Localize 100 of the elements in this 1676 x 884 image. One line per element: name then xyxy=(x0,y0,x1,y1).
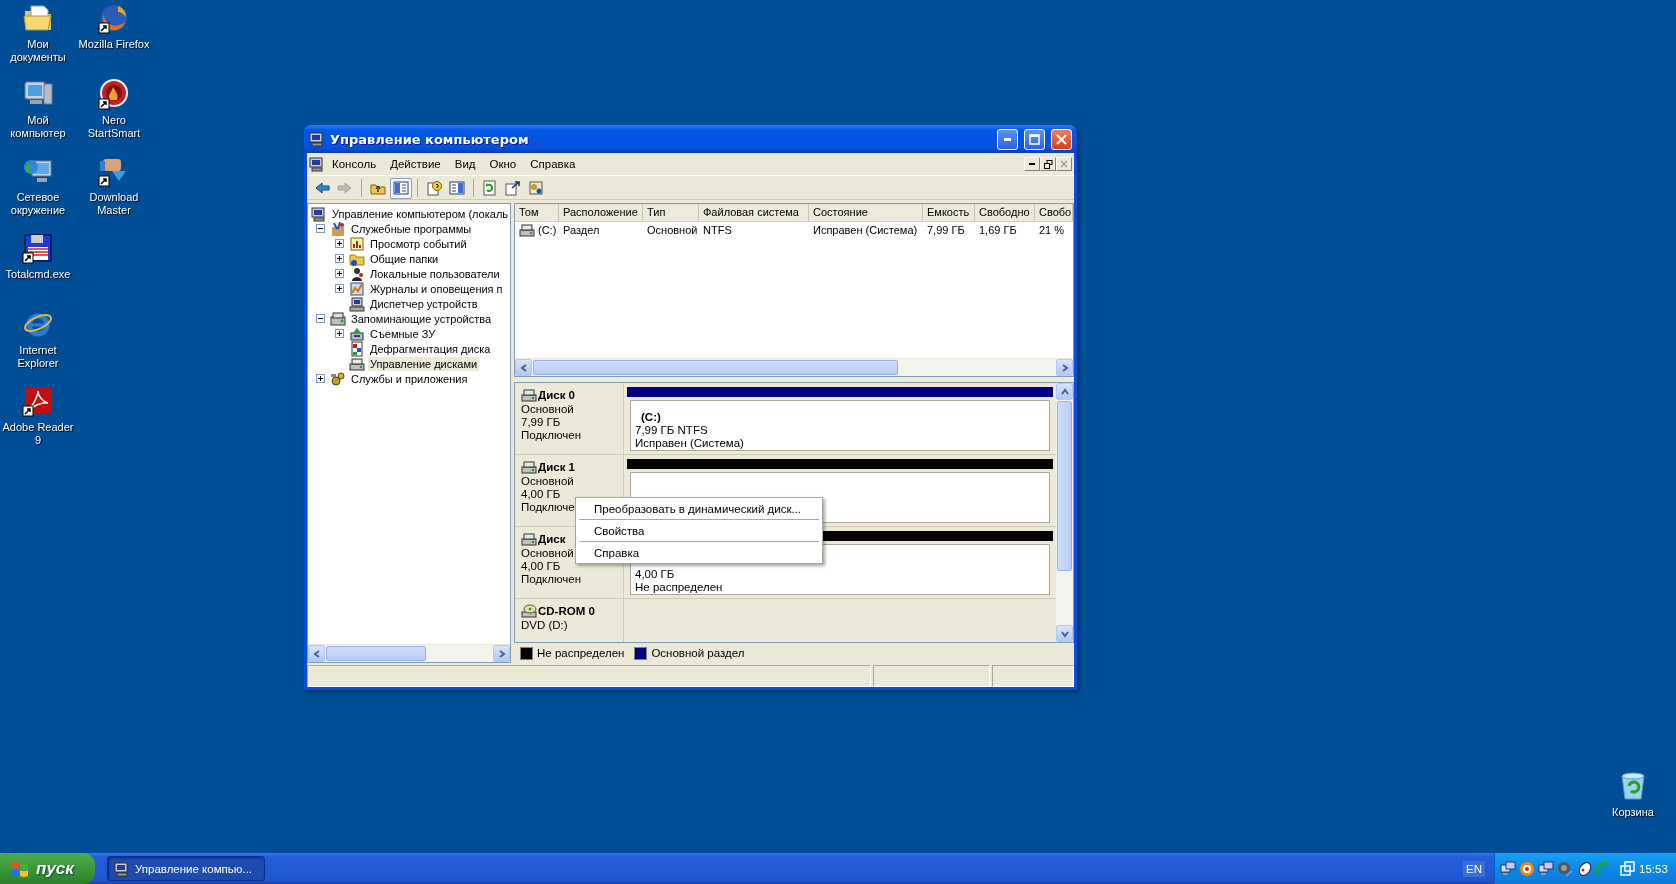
tree-item[interactable]: Службы и приложения xyxy=(349,371,470,386)
tree-item[interactable]: Съемные ЗУ xyxy=(368,326,438,341)
language-indicator[interactable]: EN xyxy=(1463,860,1485,877)
media-player-icon[interactable] xyxy=(1519,860,1535,877)
scrollbar[interactable] xyxy=(308,644,510,662)
column-header[interactable]: Емкость xyxy=(923,204,975,221)
chart-icon xyxy=(349,235,365,252)
desktop-icon-label[interactable]: Мои документы xyxy=(2,38,74,64)
plus-box-icon[interactable] xyxy=(335,239,344,248)
help-document-icon xyxy=(426,180,442,196)
menu-item[interactable]: Консоль xyxy=(325,156,384,172)
menu-item[interactable]: Действие xyxy=(383,156,448,172)
menu-item[interactable]: Окно xyxy=(482,156,524,172)
flame-icon[interactable] xyxy=(98,78,130,110)
desktop-icon-label[interactable]: Мой компьютер xyxy=(2,114,74,140)
plus-box-icon[interactable] xyxy=(316,374,325,383)
desktop-icon-label[interactable]: Nero StartSmart xyxy=(78,114,150,140)
document-icon xyxy=(349,340,365,357)
start-button[interactable]: пуск xyxy=(0,853,95,884)
forward-arrow-icon xyxy=(337,180,353,196)
disk-name: Диск 0 xyxy=(538,388,575,402)
folder-icon[interactable] xyxy=(22,2,54,34)
pdf-icon[interactable] xyxy=(22,385,54,417)
menu-item[interactable]: Преобразовать в динамический диск... xyxy=(578,500,820,517)
disk-size: 4,00 ГБ xyxy=(521,560,561,573)
clock: 15:53 xyxy=(1639,862,1669,875)
minus-box-icon[interactable] xyxy=(316,224,325,233)
computer-icon xyxy=(309,131,325,147)
maximize-button[interactable] xyxy=(1024,128,1045,150)
cd-drive-icon xyxy=(521,603,537,619)
network-icon[interactable] xyxy=(1500,860,1516,877)
toolbox-icon xyxy=(330,220,346,237)
column-header[interactable]: Тип xyxy=(643,204,699,221)
menu-item[interactable]: Вид xyxy=(447,156,483,172)
tree-item[interactable]: Общие папки xyxy=(368,251,441,266)
table-cell: (C:) xyxy=(538,224,557,236)
drive-icon xyxy=(349,355,365,372)
computer-icon xyxy=(114,860,130,877)
disk-status: Подключен xyxy=(521,429,582,442)
minimize-button[interactable] xyxy=(1024,157,1040,171)
column-header[interactable]: Состояние xyxy=(809,204,923,221)
disk-type: Основной xyxy=(521,403,574,416)
refresh-icon xyxy=(482,180,498,196)
minus-box-icon[interactable] xyxy=(316,314,325,323)
restore-button[interactable] xyxy=(1040,157,1056,171)
scrollbar[interactable] xyxy=(1056,383,1073,642)
menu-item[interactable]: Справка xyxy=(523,156,583,172)
disk-type: Основной xyxy=(521,547,574,560)
partition-label: (C:) xyxy=(641,411,661,423)
plus-box-icon[interactable] xyxy=(335,284,344,293)
desktop-icon-label[interactable]: Totalcmd.exe xyxy=(5,268,71,281)
tree-item[interactable]: Дефрагментация диска xyxy=(368,341,493,356)
taskbar-button[interactable]: Управление компью... xyxy=(107,856,265,881)
column-header[interactable]: Свобо xyxy=(1035,204,1073,221)
plus-box-icon[interactable] xyxy=(335,329,344,338)
table-cell: Исправен (Система) xyxy=(813,224,918,236)
partition-status: Не распределен xyxy=(635,581,724,594)
tree-item[interactable]: Управление дисками xyxy=(368,356,480,371)
tree-item[interactable]: Журналы и оповещения п xyxy=(368,281,505,296)
disk-name: Диск xyxy=(538,532,566,546)
tree-item[interactable]: Локальные пользователи xyxy=(368,266,502,281)
desktop-icon-label[interactable]: Сетевое окружение xyxy=(2,191,74,217)
tree-item[interactable]: Диспетчер устройств xyxy=(368,296,480,311)
network-icon[interactable] xyxy=(1538,860,1554,877)
user-icon xyxy=(349,265,365,282)
drive-icon xyxy=(521,459,537,475)
windows-logo-icon xyxy=(10,859,30,878)
tree-item[interactable]: Служебные программы xyxy=(349,221,474,236)
legend-label: Основной раздел xyxy=(651,647,745,659)
close-button[interactable] xyxy=(1051,128,1072,150)
tree-item[interactable]: Просмотр событий xyxy=(368,236,469,251)
column-header[interactable]: Файловая система xyxy=(699,204,809,221)
drive-icon xyxy=(519,222,535,238)
close-button[interactable] xyxy=(1056,157,1072,171)
scrollbar[interactable] xyxy=(515,358,1073,376)
column-header[interactable]: Свободно xyxy=(975,204,1035,221)
desktop-icon-label[interactable]: Adobe Reader 9 xyxy=(2,421,74,447)
desktop-icon-label[interactable]: Mozilla Firefox xyxy=(78,38,150,51)
fox-globe-icon[interactable] xyxy=(98,2,130,34)
tree-item[interactable]: Запоминающие устройства xyxy=(349,311,494,326)
menu-item[interactable]: Свойства xyxy=(578,522,820,539)
column-header[interactable]: Том xyxy=(515,204,559,221)
display-icon[interactable] xyxy=(1620,860,1636,877)
desktop-icon-label[interactable]: Internet Explorer xyxy=(2,344,74,370)
desktop-icon-label[interactable]: Корзина xyxy=(1612,806,1654,819)
disk-name: Диск 1 xyxy=(538,460,575,474)
plus-box-icon[interactable] xyxy=(335,269,344,278)
toolbar-button[interactable] xyxy=(390,177,412,199)
desktop-icon-label[interactable]: Download Master xyxy=(78,191,150,217)
table-cell: 1,69 ГБ xyxy=(979,224,1017,236)
column-header[interactable]: Расположение xyxy=(559,204,643,221)
table-cell: Основной xyxy=(647,224,698,236)
mouse-icon[interactable] xyxy=(1576,860,1592,877)
partition-box[interactable]: (C:) 7,99 ГБ NTFS Исправен (Система) xyxy=(630,400,1050,451)
console-icon[interactable] xyxy=(309,156,325,172)
table-cell: 7,99 ГБ xyxy=(927,224,965,236)
tree-item[interactable]: Управление компьютером (локаль xyxy=(330,206,510,221)
window-title: Управление компьютером xyxy=(330,131,530,147)
back-arrow-icon xyxy=(314,180,330,196)
plus-box-icon[interactable] xyxy=(335,254,344,263)
